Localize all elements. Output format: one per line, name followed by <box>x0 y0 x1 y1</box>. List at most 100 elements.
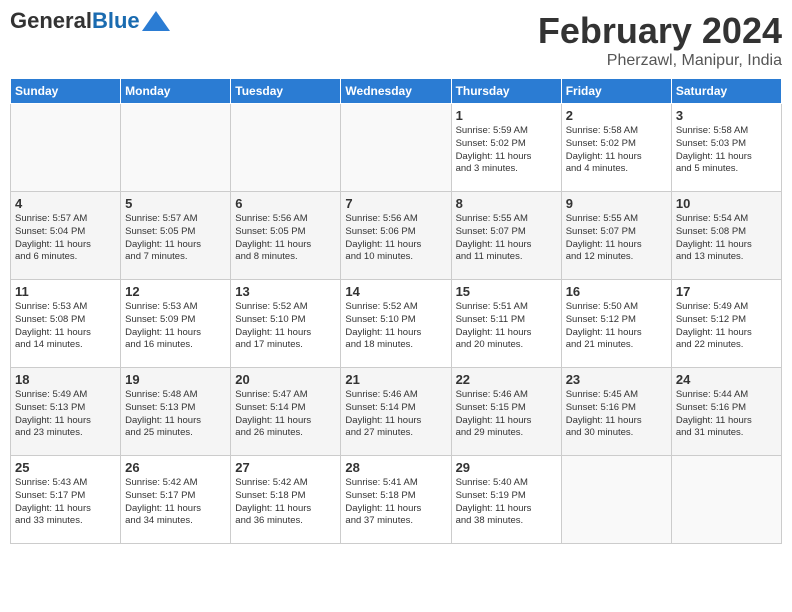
day-number: 21 <box>345 372 446 387</box>
calendar-cell: 5Sunrise: 5:57 AM Sunset: 5:05 PM Daylig… <box>121 192 231 280</box>
day-number: 13 <box>235 284 336 299</box>
calendar-cell: 6 Sunrise: 5:56 AM Sunset: 5:05 PM Daylig… <box>231 192 341 280</box>
calendar-cell: 7Sunrise: 5:56 AM Sunset: 5:06 PM Daylig… <box>341 192 451 280</box>
calendar-cell: 29 Sunrise: 5:40 AM Sunset: 5:19 PM Dayli… <box>451 456 561 544</box>
day-info: Sunrise: 5:42 AM Sunset: 5:18 PM Dayligh… <box>235 477 336 528</box>
day-number: 8 <box>456 196 557 211</box>
day-number: 2 <box>566 108 667 123</box>
day-info: Sunrise: 5:49 AM Sunset: 5:13 PM Dayligh… <box>15 389 116 440</box>
day-info: Sunrise: 5:59 AM Sunset: 5:02 PM Dayligh… <box>456 125 557 176</box>
day-number: 20 <box>235 372 336 387</box>
header-cell-sunday: Sunday <box>11 79 121 104</box>
calendar-cell: 24 Sunrise: 5:44 AM Sunset: 5:16 PM Dayli… <box>671 368 781 456</box>
week-row-2: 4 Sunrise: 5:57 AM Sunset: 5:04 PM Daylig… <box>11 192 782 280</box>
day-number: 19 <box>125 372 226 387</box>
calendar-cell: 11 Sunrise: 5:53 AM Sunset: 5:08 PM Dayli… <box>11 280 121 368</box>
calendar-cell: 17 Sunrise: 5:49 AM Sunset: 5:12 PM Dayli… <box>671 280 781 368</box>
calendar-table: SundayMondayTuesdayWednesdayThursdayFrid… <box>10 78 782 544</box>
day-info: Sunrise: 5:48 AM Sunset: 5:13 PM Dayligh… <box>125 389 226 440</box>
calendar-cell: 15 Sunrise: 5:51 AM Sunset: 5:11 PM Dayli… <box>451 280 561 368</box>
day-number: 24 <box>676 372 777 387</box>
calendar-location: Pherzawl, Manipur, India <box>538 52 782 70</box>
header-cell-monday: Monday <box>121 79 231 104</box>
calendar-cell: 3 Sunrise: 5:58 AM Sunset: 5:03 PM Daylig… <box>671 104 781 192</box>
calendar-cell: 21 Sunrise: 5:46 AM Sunset: 5:14 PM Dayli… <box>341 368 451 456</box>
day-number: 12 <box>125 284 226 299</box>
day-info: Sunrise: 5:53 AM Sunset: 5:08 PM Dayligh… <box>15 301 116 352</box>
day-info: Sunrise: 5:51 AM Sunset: 5:11 PM Dayligh… <box>456 301 557 352</box>
day-number: 14 <box>345 284 446 299</box>
day-number: 6 <box>235 196 336 211</box>
calendar-cell: 9 Sunrise: 5:55 AM Sunset: 5:07 PM Daylig… <box>561 192 671 280</box>
day-info: Sunrise: 5:52 AM Sunset: 5:10 PM Dayligh… <box>345 301 446 352</box>
day-info: Sunrise: 5:55 AM Sunset: 5:07 PM Dayligh… <box>456 213 557 264</box>
day-info: Sunrise: 5:42 AM Sunset: 5:17 PM Dayligh… <box>125 477 226 528</box>
header-cell-thursday: Thursday <box>451 79 561 104</box>
day-info: Sunrise: 5:46 AM Sunset: 5:15 PM Dayligh… <box>456 389 557 440</box>
day-info: Sunrise: 5:50 AM Sunset: 5:12 PM Dayligh… <box>566 301 667 352</box>
calendar-cell: 20 Sunrise: 5:47 AM Sunset: 5:14 PM Dayli… <box>231 368 341 456</box>
day-number: 28 <box>345 460 446 475</box>
header-row: SundayMondayTuesdayWednesdayThursdayFrid… <box>11 79 782 104</box>
day-info: Sunrise: 5:58 AM Sunset: 5:02 PM Dayligh… <box>566 125 667 176</box>
day-number: 15 <box>456 284 557 299</box>
day-number: 1 <box>456 108 557 123</box>
day-number: 3 <box>676 108 777 123</box>
calendar-cell: 22 Sunrise: 5:46 AM Sunset: 5:15 PM Dayli… <box>451 368 561 456</box>
week-row-4: 18Sunrise: 5:49 AM Sunset: 5:13 PM Dayli… <box>11 368 782 456</box>
day-info: Sunrise: 5:46 AM Sunset: 5:14 PM Dayligh… <box>345 389 446 440</box>
header-cell-saturday: Saturday <box>671 79 781 104</box>
day-info: Sunrise: 5:52 AM Sunset: 5:10 PM Dayligh… <box>235 301 336 352</box>
day-info: Sunrise: 5:57 AM Sunset: 5:05 PM Dayligh… <box>125 213 226 264</box>
calendar-cell: 27 Sunrise: 5:42 AM Sunset: 5:18 PM Dayli… <box>231 456 341 544</box>
day-number: 17 <box>676 284 777 299</box>
header-cell-tuesday: Tuesday <box>231 79 341 104</box>
title-block: February 2024 Pherzawl, Manipur, India <box>538 10 782 70</box>
day-info: Sunrise: 5:56 AM Sunset: 5:05 PM Dayligh… <box>235 213 336 264</box>
calendar-cell <box>121 104 231 192</box>
week-row-1: 1 Sunrise: 5:59 AM Sunset: 5:02 PM Daylig… <box>11 104 782 192</box>
day-number: 16 <box>566 284 667 299</box>
calendar-cell: 26 Sunrise: 5:42 AM Sunset: 5:17 PM Dayli… <box>121 456 231 544</box>
day-info: Sunrise: 5:53 AM Sunset: 5:09 PM Dayligh… <box>125 301 226 352</box>
calendar-cell: 23 Sunrise: 5:45 AM Sunset: 5:16 PM Dayli… <box>561 368 671 456</box>
day-number: 9 <box>566 196 667 211</box>
week-row-5: 25 Sunrise: 5:43 AM Sunset: 5:17 PM Dayli… <box>11 456 782 544</box>
calendar-cell: 2 Sunrise: 5:58 AM Sunset: 5:02 PM Daylig… <box>561 104 671 192</box>
logo-text: GeneralBlue <box>10 10 140 32</box>
day-info: Sunrise: 5:40 AM Sunset: 5:19 PM Dayligh… <box>456 477 557 528</box>
calendar-cell: 1 Sunrise: 5:59 AM Sunset: 5:02 PM Daylig… <box>451 104 561 192</box>
logo: GeneralBlue <box>10 10 170 32</box>
day-info: Sunrise: 5:44 AM Sunset: 5:16 PM Dayligh… <box>676 389 777 440</box>
day-info: Sunrise: 5:55 AM Sunset: 5:07 PM Dayligh… <box>566 213 667 264</box>
day-info: Sunrise: 5:47 AM Sunset: 5:14 PM Dayligh… <box>235 389 336 440</box>
day-info: Sunrise: 5:43 AM Sunset: 5:17 PM Dayligh… <box>15 477 116 528</box>
calendar-cell: 4 Sunrise: 5:57 AM Sunset: 5:04 PM Daylig… <box>11 192 121 280</box>
day-number: 29 <box>456 460 557 475</box>
day-info: Sunrise: 5:41 AM Sunset: 5:18 PM Dayligh… <box>345 477 446 528</box>
page-header: GeneralBlue February 2024 Pherzawl, Mani… <box>10 10 782 70</box>
day-info: Sunrise: 5:56 AM Sunset: 5:06 PM Dayligh… <box>345 213 446 264</box>
calendar-cell: 18Sunrise: 5:49 AM Sunset: 5:13 PM Dayli… <box>11 368 121 456</box>
day-number: 23 <box>566 372 667 387</box>
day-info: Sunrise: 5:57 AM Sunset: 5:04 PM Dayligh… <box>15 213 116 264</box>
day-number: 22 <box>456 372 557 387</box>
calendar-title: February 2024 <box>538 10 782 52</box>
calendar-cell <box>231 104 341 192</box>
logo-icon <box>142 11 170 31</box>
calendar-cell: 19 Sunrise: 5:48 AM Sunset: 5:13 PM Dayli… <box>121 368 231 456</box>
day-number: 27 <box>235 460 336 475</box>
calendar-cell <box>561 456 671 544</box>
day-info: Sunrise: 5:58 AM Sunset: 5:03 PM Dayligh… <box>676 125 777 176</box>
calendar-cell: 8 Sunrise: 5:55 AM Sunset: 5:07 PM Daylig… <box>451 192 561 280</box>
calendar-cell: 10Sunrise: 5:54 AM Sunset: 5:08 PM Dayli… <box>671 192 781 280</box>
day-info: Sunrise: 5:54 AM Sunset: 5:08 PM Dayligh… <box>676 213 777 264</box>
day-number: 26 <box>125 460 226 475</box>
day-number: 11 <box>15 284 116 299</box>
day-info: Sunrise: 5:45 AM Sunset: 5:16 PM Dayligh… <box>566 389 667 440</box>
day-number: 25 <box>15 460 116 475</box>
day-number: 4 <box>15 196 116 211</box>
calendar-cell: 28 Sunrise: 5:41 AM Sunset: 5:18 PM Dayli… <box>341 456 451 544</box>
day-info: Sunrise: 5:49 AM Sunset: 5:12 PM Dayligh… <box>676 301 777 352</box>
calendar-cell <box>11 104 121 192</box>
